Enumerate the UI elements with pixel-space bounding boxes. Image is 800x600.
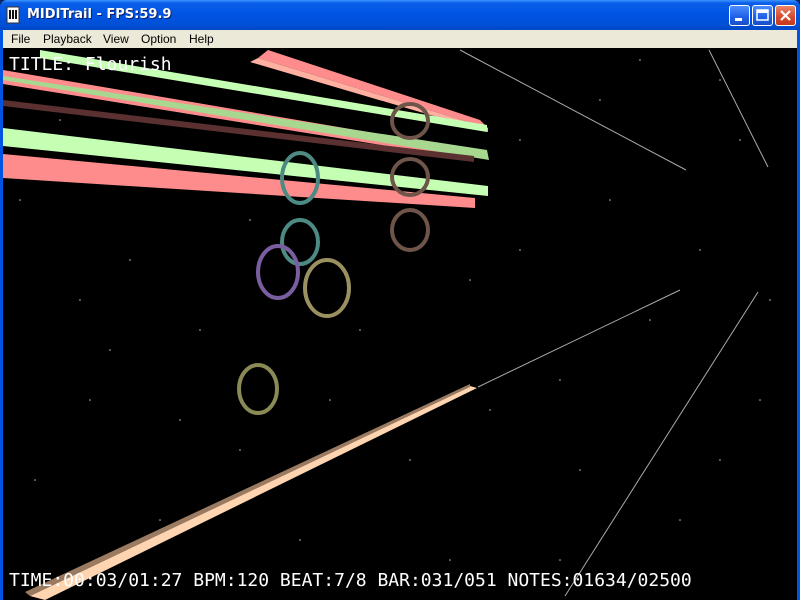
starfield bbox=[19, 59, 771, 561]
midi-note-document-icon bbox=[6, 6, 20, 24]
window-title: MIDITrail - FPS:59.9 bbox=[27, 7, 172, 22]
menu-option[interactable]: Option bbox=[141, 31, 176, 47]
playback-status-line: TIME:00:03/01:27 BPM:120 BEAT:7/8 BAR:03… bbox=[9, 570, 692, 591]
minimize-icon bbox=[735, 18, 742, 21]
menu-help[interactable]: Help bbox=[189, 31, 214, 47]
menu-bar: File Playback View Option Help bbox=[3, 30, 797, 48]
menu-view[interactable]: View bbox=[103, 31, 129, 47]
visualization-canvas[interactable]: TITLE: Flourish TIME:00:03/01:27 BPM:120… bbox=[3, 48, 797, 600]
close-button[interactable] bbox=[775, 5, 796, 26]
title-bar[interactable]: MIDITrail - FPS:59.9 bbox=[0, 0, 800, 30]
minimize-button[interactable] bbox=[729, 5, 750, 26]
menu-playback[interactable]: Playback bbox=[43, 31, 92, 47]
song-title-label: TITLE: Flourish bbox=[9, 54, 172, 75]
note-bar-lower bbox=[25, 384, 477, 600]
maximize-button[interactable] bbox=[752, 5, 773, 26]
menu-file[interactable]: File bbox=[11, 31, 30, 47]
app-window: MIDITrail - FPS:59.9 File Playback View … bbox=[0, 0, 800, 600]
close-icon bbox=[780, 10, 791, 21]
scene-graphics bbox=[3, 49, 771, 600]
maximize-icon bbox=[756, 9, 769, 21]
perspective-guide-lines bbox=[459, 49, 769, 597]
